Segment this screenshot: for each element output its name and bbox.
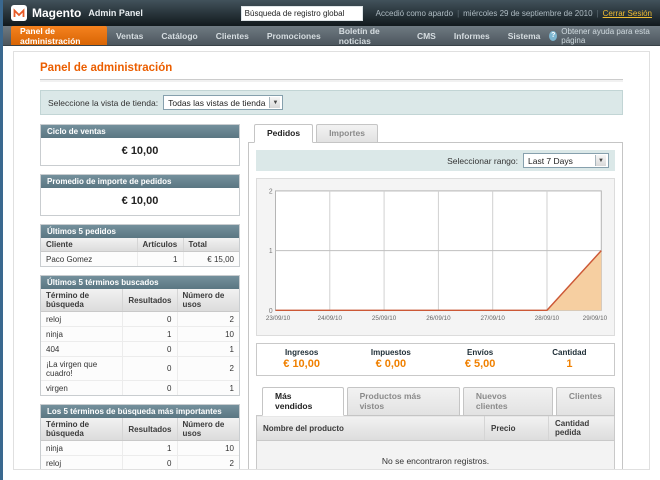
nav-item-sales[interactable]: Ventas — [107, 26, 152, 45]
totals-bar: Ingresos € 10,00 Impuestos € 0,00 Envíos… — [256, 343, 615, 376]
empty-row: No se encontraron registros. — [257, 441, 615, 471]
tab-new-customers[interactable]: Nuevos clientes — [463, 387, 553, 416]
top-search-terms-title: Los 5 términos de búsqueda más important… — [41, 405, 239, 418]
grid-tabs: Más vendidos Productos más vistos Nuevos… — [256, 387, 615, 415]
tab-bestsellers[interactable]: Más vendidos — [262, 387, 344, 416]
table-row[interactable]: reloj 0 2 — [41, 312, 239, 327]
last-search-terms-title: Últimos 5 términos buscados — [41, 276, 239, 289]
range-label: Seleccionar rango: — [447, 156, 518, 166]
total-revenue: Ingresos € 10,00 — [257, 348, 346, 370]
empty-message: No se encontraron registros. — [257, 441, 615, 471]
logged-in-as: Accedió como apardo — [376, 9, 453, 18]
average-orders-box: Promedio de importe de pedidos € 10,00 — [40, 174, 240, 216]
table-row[interactable]: ninja 1 10 — [41, 441, 239, 456]
help-link[interactable]: ? Obtener ayuda para esta página — [549, 26, 652, 45]
chevron-down-icon: ▼ — [269, 97, 280, 108]
nav-item-catalog[interactable]: Catálogo — [152, 26, 206, 45]
chart-container: 0 1 2 23/09/10 24/09/10 25/09/10 26/09/10 27/09… — [256, 178, 615, 336]
tab-customers[interactable]: Clientes — [556, 387, 615, 416]
range-bar: Seleccionar rango: Last 7 Days ▼ — [256, 150, 615, 171]
table-row[interactable]: ¡La virgen que cuadro! 0 2 — [41, 357, 239, 381]
lifetime-sales-box: Ciclo de ventas € 10,00 — [40, 124, 240, 166]
nav-item-reports[interactable]: Informes — [445, 26, 499, 45]
nav-item-dashboard[interactable]: Panel de administración — [11, 26, 107, 45]
table-row[interactable]: ninja 1 10 — [41, 327, 239, 342]
table-row[interactable]: virgen 0 1 — [41, 381, 239, 396]
table-row[interactable]: 404 0 1 — [41, 342, 239, 357]
total-shipping: Envíos € 5,00 — [436, 348, 525, 370]
svg-text:29/09/10: 29/09/10 — [583, 315, 608, 322]
current-date: miércoles 29 de septiembre de 2010 — [463, 9, 592, 18]
nav-item-system[interactable]: Sistema — [499, 26, 550, 45]
bestsellers-table: Nombre del producto Precio Cantidad pedi… — [256, 415, 615, 470]
total-quantity: Cantidad 1 — [525, 348, 614, 370]
lifetime-sales-value: € 10,00 — [41, 138, 239, 165]
orders-panel: Seleccionar rango: Last 7 Days ▼ 0 1 2 23/0… — [248, 142, 623, 470]
app-header: Magento Admin Panel Accedió como apardo … — [3, 0, 660, 26]
nav-item-cms[interactable]: CMS — [408, 26, 445, 45]
average-orders-value: € 10,00 — [41, 188, 239, 215]
total-tax: Impuestos € 0,00 — [346, 348, 435, 370]
svg-text:0: 0 — [269, 308, 273, 315]
last-search-terms-table: Término de búsqueda Resultados Número de… — [41, 289, 239, 395]
last-orders-title: Últimos 5 pedidos — [41, 225, 239, 238]
range-select[interactable]: Last 7 Days ▼ — [523, 153, 609, 168]
store-view-bar: Seleccione la vista de tienda: Todas las… — [40, 90, 623, 115]
chevron-down-icon: ▼ — [595, 155, 606, 166]
last-search-terms-box: Últimos 5 términos buscados Término de b… — [40, 275, 240, 396]
content-area: Panel de administración Seleccione la vi… — [13, 51, 650, 470]
last-orders-box: Últimos 5 pedidos Cliente Artículos Tota… — [40, 224, 240, 267]
orders-chart: 0 1 2 23/09/10 24/09/10 25/09/10 26/09/10 27/09… — [262, 184, 609, 334]
table-row[interactable]: reloj 0 2 — [41, 456, 239, 471]
top-search-terms-table: Término de búsqueda Resultados Número de… — [41, 418, 239, 470]
brand-title: Magento — [32, 6, 81, 20]
svg-text:27/09/10: 27/09/10 — [481, 315, 506, 322]
logout-link[interactable]: Cerrar Sesión — [603, 9, 652, 18]
global-search-input[interactable] — [241, 6, 363, 21]
page-title: Panel de administración — [40, 62, 623, 80]
dashboard-left-column: Ciclo de ventas € 10,00 Promedio de impo… — [40, 124, 240, 470]
store-view-label: Seleccione la vista de tienda: — [48, 98, 158, 108]
tab-most-viewed[interactable]: Productos más vistos — [347, 387, 460, 416]
table-row[interactable]: Paco Gomez 1 € 15,00 — [41, 252, 239, 267]
svg-text:2: 2 — [269, 188, 273, 195]
brand-subtitle: Admin Panel — [88, 8, 143, 18]
nav-item-promotions[interactable]: Promociones — [258, 26, 330, 45]
tab-orders[interactable]: Pedidos — [254, 124, 313, 143]
last-orders-table: Cliente Artículos Total Paco Gomez 1 € 1… — [41, 238, 239, 266]
svg-text:28/09/10: 28/09/10 — [535, 315, 560, 322]
svg-text:23/09/10: 23/09/10 — [266, 315, 291, 322]
chart-tabs: Pedidos Importes — [248, 124, 623, 142]
svg-text:24/09/10: 24/09/10 — [318, 315, 343, 322]
help-globe-icon: ? — [549, 31, 557, 41]
store-view-select[interactable]: Todas las vistas de tienda ▼ — [163, 95, 283, 110]
magento-logo-icon — [11, 5, 27, 21]
svg-text:25/09/10: 25/09/10 — [372, 315, 397, 322]
average-orders-title: Promedio de importe de pedidos — [41, 175, 239, 188]
svg-text:1: 1 — [269, 248, 273, 255]
nav-item-customers[interactable]: Clientes — [207, 26, 258, 45]
tab-amounts[interactable]: Importes — [316, 124, 378, 143]
lifetime-sales-title: Ciclo de ventas — [41, 125, 239, 138]
main-nav: Panel de administración Ventas Catálogo … — [3, 26, 660, 46]
dashboard-right-column: Pedidos Importes Seleccionar rango: Last… — [248, 124, 623, 470]
svg-text:26/09/10: 26/09/10 — [426, 315, 451, 322]
nav-item-newsletter[interactable]: Boletín de noticias — [330, 26, 408, 45]
top-search-terms-box: Los 5 términos de búsqueda más important… — [40, 404, 240, 470]
session-info: Accedió como apardo | miércoles 29 de se… — [376, 9, 652, 18]
